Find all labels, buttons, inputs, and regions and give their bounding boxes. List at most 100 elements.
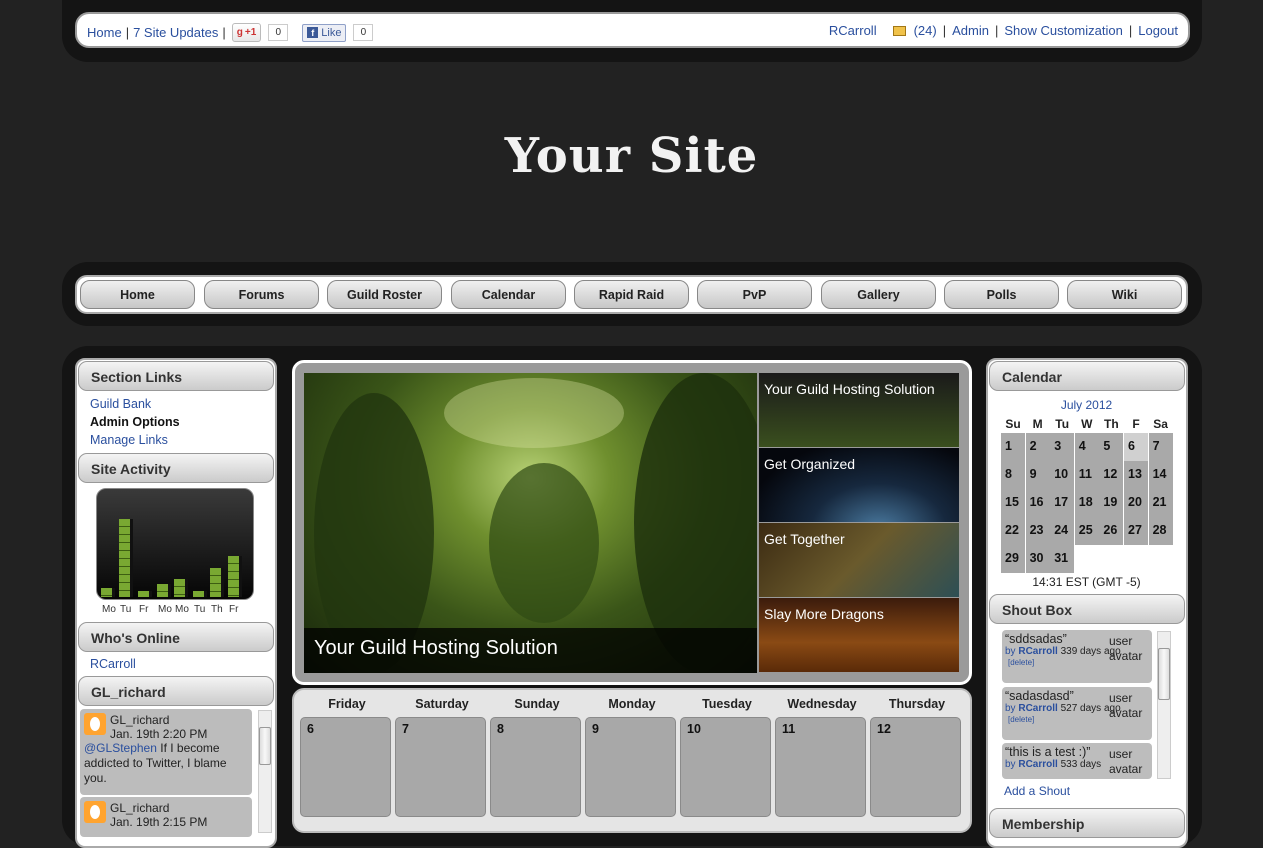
mail-count[interactable]: (24)	[914, 23, 937, 38]
nav-forums[interactable]: Forums	[204, 280, 319, 309]
activity-day-label: Mo	[102, 604, 116, 615]
calendar-day[interactable]: 28	[1148, 517, 1173, 545]
calendar-day[interactable]: 15	[1001, 489, 1025, 517]
activity-bar	[193, 591, 207, 597]
whos-online-header: Who's Online	[78, 622, 274, 652]
week-day-cell[interactable]: 6	[300, 717, 391, 817]
calendar-day[interactable]: 6	[1124, 433, 1148, 461]
nav-rapid-raid[interactable]: Rapid Raid	[574, 280, 689, 309]
google-plus-button[interactable]: g +1	[231, 23, 262, 42]
calendar-day[interactable]: 18	[1074, 489, 1099, 517]
calendar-day[interactable]: 19	[1099, 489, 1124, 517]
slide-thumb[interactable]: Get Organized	[759, 448, 959, 522]
twitter-scroll-thumb[interactable]	[259, 727, 271, 765]
admin-options-label[interactable]: Admin Options	[90, 415, 180, 429]
calendar-day[interactable]: 26	[1099, 517, 1124, 545]
admin-link[interactable]: Admin	[952, 23, 989, 38]
shout-user-link[interactable]: RCarroll	[1018, 703, 1057, 714]
nav-home[interactable]: Home	[80, 280, 195, 309]
nav-calendar[interactable]: Calendar	[451, 280, 566, 309]
shout-by: by	[1005, 759, 1016, 770]
calendar-day[interactable]: 23	[1025, 517, 1050, 545]
membership-header: Membership	[989, 808, 1185, 838]
site-updates-link[interactable]: 7 Site Updates	[133, 25, 218, 40]
calendar-day[interactable]: 11	[1074, 461, 1099, 489]
calendar-day[interactable]: 3	[1050, 433, 1075, 461]
week-day-cell[interactable]: 10	[680, 717, 771, 817]
calendar-day[interactable]: 1	[1001, 433, 1025, 461]
manage-links-link[interactable]: Manage Links	[90, 433, 168, 447]
calendar-day[interactable]: 5	[1099, 433, 1124, 461]
slide-thumb-label: Get Organized	[764, 456, 856, 472]
week-day-cell[interactable]: 8	[490, 717, 581, 817]
activity-bar	[101, 588, 115, 597]
calendar-day[interactable]: 21	[1148, 489, 1173, 517]
calendar-day[interactable]: 2	[1025, 433, 1050, 461]
user-link[interactable]: RCarroll	[829, 23, 877, 38]
separator: |	[942, 23, 947, 38]
calendar-month-link[interactable]: July 2012	[1000, 398, 1173, 412]
mail-icon[interactable]	[892, 25, 906, 36]
week-day-cell[interactable]: 12	[870, 717, 961, 817]
slide-thumb[interactable]: Slay More Dragons	[759, 598, 959, 672]
calendar-day[interactable]: 12	[1099, 461, 1124, 489]
slide-thumb[interactable]: Get Together	[759, 523, 959, 597]
separator: |	[1128, 23, 1133, 38]
calendar-day[interactable]: 8	[1001, 461, 1025, 489]
shoutbox-scroll-thumb[interactable]	[1158, 648, 1170, 700]
week-day-header: Saturday	[415, 697, 469, 711]
slide-thumb[interactable]: Your Guild Hosting Solution	[759, 373, 959, 447]
calendar-header: Calendar	[989, 361, 1185, 391]
nav-gallery[interactable]: Gallery	[821, 280, 936, 309]
week-day-cell[interactable]: 9	[585, 717, 676, 817]
shout-user-link[interactable]: RCarroll	[1018, 759, 1057, 770]
shout-delete-link[interactable]: [delete]	[1008, 715, 1034, 724]
section-links-header: Section Links	[78, 361, 274, 391]
calendar-day[interactable]: 9	[1025, 461, 1050, 489]
calendar-day[interactable]: 16	[1025, 489, 1050, 517]
online-user-link[interactable]: RCarroll	[90, 657, 136, 671]
calendar-day[interactable]: 22	[1001, 517, 1025, 545]
shout-by: by	[1005, 646, 1016, 657]
calendar-day[interactable]: 27	[1124, 517, 1148, 545]
calendar-day[interactable]: 29	[1001, 545, 1025, 573]
week-day-cell[interactable]: 7	[395, 717, 486, 817]
guild-bank-link[interactable]: Guild Bank	[90, 397, 151, 411]
site-title[interactable]: Your Site	[0, 128, 1263, 184]
activity-day-label: Mo	[158, 604, 172, 615]
calendar-day[interactable]: 30	[1025, 545, 1050, 573]
calendar-day[interactable]: 20	[1124, 489, 1148, 517]
calendar-day[interactable]: 7	[1148, 433, 1173, 461]
gplus-count: 0	[268, 24, 289, 41]
nav-guild-roster[interactable]: Guild Roster	[327, 280, 442, 309]
calendar-day[interactable]: 24	[1050, 517, 1075, 545]
google-icon: g	[236, 27, 243, 38]
shout-delete-link[interactable]: [delete]	[1008, 658, 1034, 667]
calendar-day[interactable]: 14	[1148, 461, 1173, 489]
twitter-header: GL_richard	[78, 676, 274, 706]
nav-polls[interactable]: Polls	[944, 280, 1059, 309]
week-day-cell[interactable]: 11	[775, 717, 866, 817]
calendar-day[interactable]: 10	[1050, 461, 1075, 489]
calendar-day[interactable]: 31	[1050, 545, 1075, 573]
logout-link[interactable]: Logout	[1138, 23, 1178, 38]
shout-user-link[interactable]: RCarroll	[1018, 646, 1057, 657]
week-day-header: Monday	[608, 697, 656, 711]
tweet-mention-link[interactable]: @GLStephen	[84, 741, 157, 755]
tweet: GL_richard Jan. 19th 2:15 PM	[80, 797, 252, 837]
home-link[interactable]: Home	[87, 25, 122, 40]
calendar-day[interactable]: 25	[1074, 517, 1099, 545]
shoutbox-header: Shout Box	[989, 594, 1185, 624]
nav-pvp[interactable]: PvP	[697, 280, 812, 309]
calendar-day[interactable]: 17	[1050, 489, 1075, 517]
main-nav: Home Forums Guild Roster Calendar Rapid …	[75, 275, 1188, 314]
show-customization-link[interactable]: Show Customization	[1004, 23, 1123, 38]
shout-avatar: user avatar	[1109, 691, 1143, 720]
calendar-day[interactable]: 4	[1074, 433, 1099, 461]
calendar-day[interactable]: 13	[1124, 461, 1148, 489]
add-shout-link[interactable]: Add a Shout	[1004, 784, 1070, 798]
facebook-like-button[interactable]: f Like	[302, 23, 347, 42]
tweet-date: Jan. 19th 2:15 PM	[110, 815, 208, 829]
activity-bar	[138, 591, 152, 597]
nav-wiki[interactable]: Wiki	[1067, 280, 1182, 309]
